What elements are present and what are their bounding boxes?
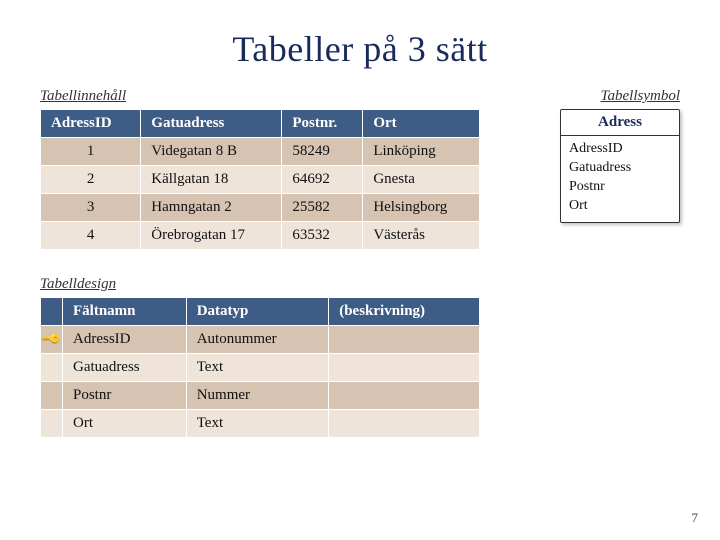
table-row: 1 Videgatan 8 B 58249 Linköping xyxy=(41,138,480,166)
design-field: Ort xyxy=(63,410,187,438)
primary-key-cell xyxy=(41,354,63,382)
table-row: Gatuadress Text xyxy=(41,354,480,382)
design-desc xyxy=(329,354,480,382)
symbol-title: Adress xyxy=(561,110,679,136)
slide-title: Tabeller på 3 sätt xyxy=(40,28,680,70)
symbol-section-label: Tabellsymbol xyxy=(510,88,680,105)
cell-id: 4 xyxy=(41,222,141,250)
table-row: Postnr Nummer xyxy=(41,382,480,410)
cell-street: Videgatan 8 B xyxy=(141,138,282,166)
cell-id: 3 xyxy=(41,194,141,222)
cell-city: Västerås xyxy=(363,222,480,250)
cell-id: 2 xyxy=(41,166,141,194)
content-section-label: Tabellinnehåll xyxy=(40,88,480,105)
cell-zip: 25582 xyxy=(282,194,363,222)
design-field: Postnr xyxy=(63,382,187,410)
cell-zip: 63532 xyxy=(282,222,363,250)
design-desc xyxy=(329,382,480,410)
cell-city: Gnesta xyxy=(363,166,480,194)
design-table: Fältnamn Datatyp (beskrivning) 🔑 AdressI… xyxy=(40,297,480,438)
design-type: Text xyxy=(186,410,329,438)
cell-street: Hamngatan 2 xyxy=(141,194,282,222)
design-type: Nummer xyxy=(186,382,329,410)
cell-zip: 64692 xyxy=(282,166,363,194)
design-desc xyxy=(329,410,480,438)
cell-id: 1 xyxy=(41,138,141,166)
symbol-field: Gatuadress xyxy=(569,159,671,178)
content-th-zip: Postnr. xyxy=(282,110,363,138)
design-type: Text xyxy=(186,354,329,382)
design-type: Autonummer xyxy=(186,326,329,354)
content-th-id: AdressID xyxy=(41,110,141,138)
design-field: Gatuadress xyxy=(63,354,187,382)
primary-key-cell xyxy=(41,410,63,438)
design-th-key xyxy=(41,298,63,326)
primary-key-cell xyxy=(41,382,63,410)
cell-zip: 58249 xyxy=(282,138,363,166)
design-field: AdressID xyxy=(63,326,187,354)
page-number: 7 xyxy=(692,510,699,526)
design-th-type: Datatyp xyxy=(186,298,329,326)
design-th-field: Fältnamn xyxy=(63,298,187,326)
symbol-field: Ort xyxy=(569,197,671,216)
cell-city: Helsingborg xyxy=(363,194,480,222)
cell-city: Linköping xyxy=(363,138,480,166)
content-th-city: Ort xyxy=(363,110,480,138)
table-row: 2 Källgatan 18 64692 Gnesta xyxy=(41,166,480,194)
cell-street: Örebrogatan 17 xyxy=(141,222,282,250)
content-th-street: Gatuadress xyxy=(141,110,282,138)
key-icon: 🔑 xyxy=(40,328,63,351)
table-symbol-box: Adress AdressID Gatuadress Postnr Ort xyxy=(560,109,680,223)
table-row: 🔑 AdressID Autonummer xyxy=(41,326,480,354)
table-row: 4 Örebrogatan 17 63532 Västerås xyxy=(41,222,480,250)
content-table: AdressID Gatuadress Postnr. Ort 1 Videga… xyxy=(40,109,480,250)
design-desc xyxy=(329,326,480,354)
design-th-desc: (beskrivning) xyxy=(329,298,480,326)
design-section-label: Tabelldesign xyxy=(40,276,480,293)
symbol-field: Postnr xyxy=(569,178,671,197)
table-row: Ort Text xyxy=(41,410,480,438)
symbol-field: AdressID xyxy=(569,140,671,159)
cell-street: Källgatan 18 xyxy=(141,166,282,194)
table-row: 3 Hamngatan 2 25582 Helsingborg xyxy=(41,194,480,222)
primary-key-cell: 🔑 xyxy=(41,326,63,354)
